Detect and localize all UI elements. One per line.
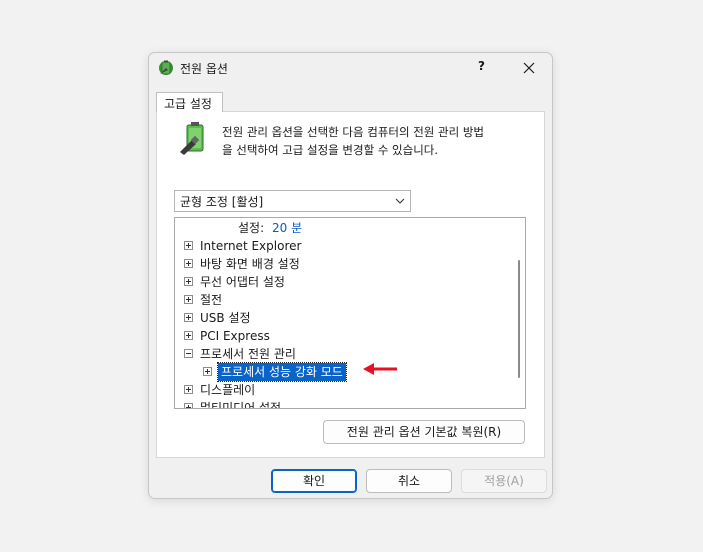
expand-icon[interactable] (203, 367, 212, 376)
tree-item-processor-boost-mode[interactable]: 프로세서 성능 강화 모드 (175, 362, 505, 382)
tree-item-label: 절전 (200, 293, 223, 307)
tree-item-label: 무선 어댑터 설정 (200, 275, 285, 289)
tree-item-processor-power[interactable]: 프로세서 전원 관리 (175, 345, 505, 363)
tree-item-wireless-adapter[interactable]: 무선 어댑터 설정 (175, 273, 505, 291)
tree-item-label: 디스플레이 (200, 383, 256, 397)
tree-item-display[interactable]: 디스플레이 (175, 381, 505, 399)
tree-item-label: 프로세서 전원 관리 (200, 347, 296, 361)
tree-item-usb[interactable]: USB 설정 (175, 309, 505, 327)
tree-item-multimedia[interactable]: 멀티미디어 설정 (175, 399, 505, 409)
tree-item-label: Internet Explorer (200, 239, 302, 253)
settings-tree[interactable]: 설정: 20 분 Internet Explorer 바탕 화면 배경 설정 무… (174, 217, 526, 409)
expand-icon[interactable] (184, 385, 193, 394)
tree-item-sleep[interactable]: 절전 (175, 291, 505, 309)
tree-item-label: 멀티미디어 설정 (200, 401, 282, 409)
description-text: 전원 관리 옵션을 선택한 다음 컴퓨터의 전원 관리 방법 을 선택하여 고급… (222, 123, 540, 159)
power-options-dialog: 전원 옵션 ? 고급 설정 전원 관리 옵션을 선택한 다음 컴퓨터의 전원 관… (148, 52, 553, 499)
title-bar[interactable]: 전원 옵션 ? (149, 53, 552, 83)
setting-row[interactable]: 설정: 20 분 (175, 219, 505, 237)
power-plan-select[interactable]: 균형 조정 [활성] (174, 190, 411, 212)
expand-icon[interactable] (184, 331, 193, 340)
tree-scrollbar[interactable] (513, 218, 525, 408)
setting-value[interactable]: 20 분 (272, 219, 302, 237)
tree-item-label: 바탕 화면 배경 설정 (200, 257, 300, 271)
battery-plug-icon (180, 122, 204, 155)
expand-icon[interactable] (184, 295, 193, 304)
description-line: 전원 관리 옵션을 선택한 다음 컴퓨터의 전원 관리 방법 (222, 125, 485, 139)
tree-item-label: USB 설정 (200, 311, 251, 325)
tree-item-label: PCI Express (200, 329, 270, 343)
red-arrow-annotation-icon (363, 363, 397, 375)
setting-label: 설정: (238, 221, 265, 235)
expand-icon[interactable] (184, 241, 193, 250)
ok-button[interactable]: 확인 (271, 469, 357, 493)
close-icon[interactable] (520, 59, 538, 77)
tab-advanced-settings[interactable]: 고급 설정 (156, 92, 223, 112)
expand-icon[interactable] (184, 277, 193, 286)
power-plan-value: 균형 조정 [활성] (180, 195, 264, 209)
restore-defaults-button[interactable]: 전원 관리 옵션 기본값 복원(R) (323, 420, 525, 444)
chevron-down-icon (395, 198, 405, 204)
expand-icon[interactable] (184, 403, 193, 408)
tree-item-pci-express[interactable]: PCI Express (175, 327, 505, 345)
help-button[interactable]: ? (478, 59, 492, 77)
expand-icon[interactable] (184, 259, 193, 268)
tree-item-desktop-background[interactable]: 바탕 화면 배경 설정 (175, 255, 505, 273)
advanced-settings-panel: 전원 관리 옵션을 선택한 다음 컴퓨터의 전원 관리 방법 을 선택하여 고급… (156, 111, 545, 458)
description-line: 을 선택하여 고급 설정을 변경할 수 있습니다. (222, 143, 439, 157)
cancel-button[interactable]: 취소 (366, 469, 452, 493)
tree-item-internet-explorer[interactable]: Internet Explorer (175, 237, 505, 255)
power-options-icon (159, 60, 173, 75)
scroll-thumb[interactable] (518, 260, 520, 378)
tree-item-label: 프로세서 성능 강화 모드 (217, 362, 347, 382)
collapse-icon[interactable] (184, 349, 193, 358)
expand-icon[interactable] (184, 313, 193, 322)
apply-button[interactable]: 적용(A) (461, 469, 547, 493)
window-title: 전원 옵션 (180, 62, 228, 76)
